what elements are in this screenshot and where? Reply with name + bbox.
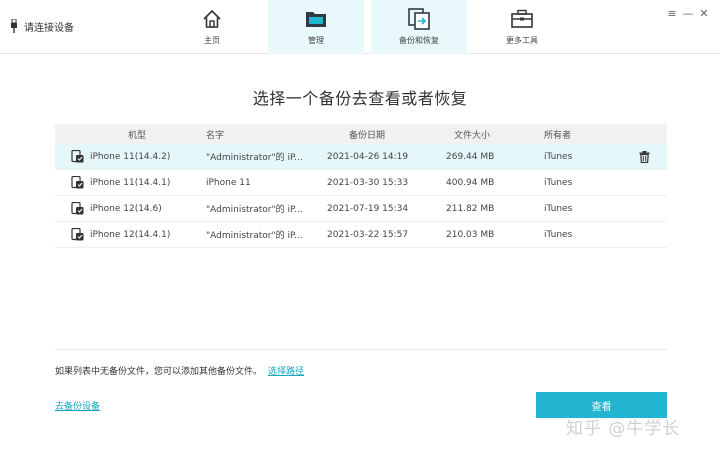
usb-icon [11,19,17,33]
backup-restore-icon [408,8,430,30]
select-path-link[interactable]: 选择路径 [268,364,304,377]
cell-date: 2021-03-30 15:33 [327,177,409,188]
cell-owner: iTunes [544,177,573,188]
close-icon[interactable]: ✕ [696,6,712,20]
table-row[interactable]: iPhone 11(14.4.1) iPhone 11 2021-03-30 1… [55,170,667,196]
cell-owner: iTunes [544,203,573,214]
cell-name: "Administrator"的 iP... [206,153,303,163]
page-title: 选择一个备份去查看或者恢复 [252,89,468,108]
backup-file-icon [71,176,84,189]
watermark: 知乎 @牛学长 [566,419,681,439]
cell-owner: iTunes [544,151,573,162]
cell-size: 269.44 MB [446,151,495,162]
column-model: 机型 [128,130,147,141]
cell-model: iPhone 12(14.6) [90,203,162,214]
minimize-icon[interactable]: — [680,6,696,20]
toolbox-icon [511,8,533,30]
column-owner: 所有者 [544,130,572,141]
tab-home-label: 主页 [204,36,220,45]
go-backup-device-link[interactable]: 去备份设备 [55,399,100,412]
backup-file-icon [71,150,84,163]
column-date: 备份日期 [349,130,386,141]
no-backup-hint: 如果列表中无备份文件，您可以添加其他备份文件。 选择路径 [55,364,304,377]
tab-home[interactable]: 主页 [164,0,260,54]
backup-file-icon [71,202,84,215]
home-icon [201,8,223,30]
window-controls: ≡ — ✕ [664,6,712,20]
hint-text: 如果列表中无备份文件，您可以添加其他备份文件。 [55,367,263,377]
cell-name: iPhone 11 [206,177,251,188]
tab-backup-restore[interactable]: 备份和恢复 [371,0,467,54]
column-name: 名字 [206,130,225,141]
cell-model: iPhone 11(14.4.2) [90,151,171,162]
device-status: 请连接设备 [10,17,74,35]
cell-model: iPhone 11(14.4.1) [90,177,171,188]
tab-more-tools-label: 更多工具 [506,36,538,45]
trash-icon[interactable] [639,150,650,163]
tab-manage-label: 管理 [308,36,324,45]
menu-icon[interactable]: ≡ [664,6,680,20]
cell-date: 2021-04-26 14:19 [327,151,409,162]
cell-size: 210.03 MB [446,229,495,240]
backup-table: 机型 名字 备份日期 文件大小 所有者 iPhone 11(14.4.2) "A… [55,124,667,350]
tab-backup-restore-label: 备份和恢复 [399,36,439,45]
cell-model: iPhone 12(14.4.1) [90,229,171,240]
cell-date: 2021-03-22 15:57 [327,229,409,240]
cell-size: 400.94 MB [446,177,495,188]
table-row[interactable]: iPhone 12(14.4.1) "Administrator"的 iP...… [55,222,667,248]
tab-more-tools[interactable]: 更多工具 [474,0,570,54]
column-size: 文件大小 [454,130,491,141]
cell-size: 211.82 MB [446,203,495,214]
cell-name: "Administrator"的 iP... [206,231,303,241]
table-row[interactable]: iPhone 12(14.6) "Administrator"的 iP... 2… [55,196,667,222]
table-header: 机型 名字 备份日期 文件大小 所有者 [55,124,667,144]
backup-file-icon [71,228,84,241]
table-row[interactable]: iPhone 11(14.4.2) "Administrator"的 iP...… [55,144,667,170]
cell-owner: iTunes [544,229,573,240]
device-label: 请连接设备 [24,22,74,34]
folder-icon [305,8,327,30]
tab-manage[interactable]: 管理 [268,0,364,54]
top-bar: 请连接设备 主页 管理 备份和恢复 更多工具 ≡ — ✕ [0,0,720,54]
cell-date: 2021-07-19 15:34 [327,203,409,214]
cell-name: "Administrator"的 iP... [206,205,303,215]
